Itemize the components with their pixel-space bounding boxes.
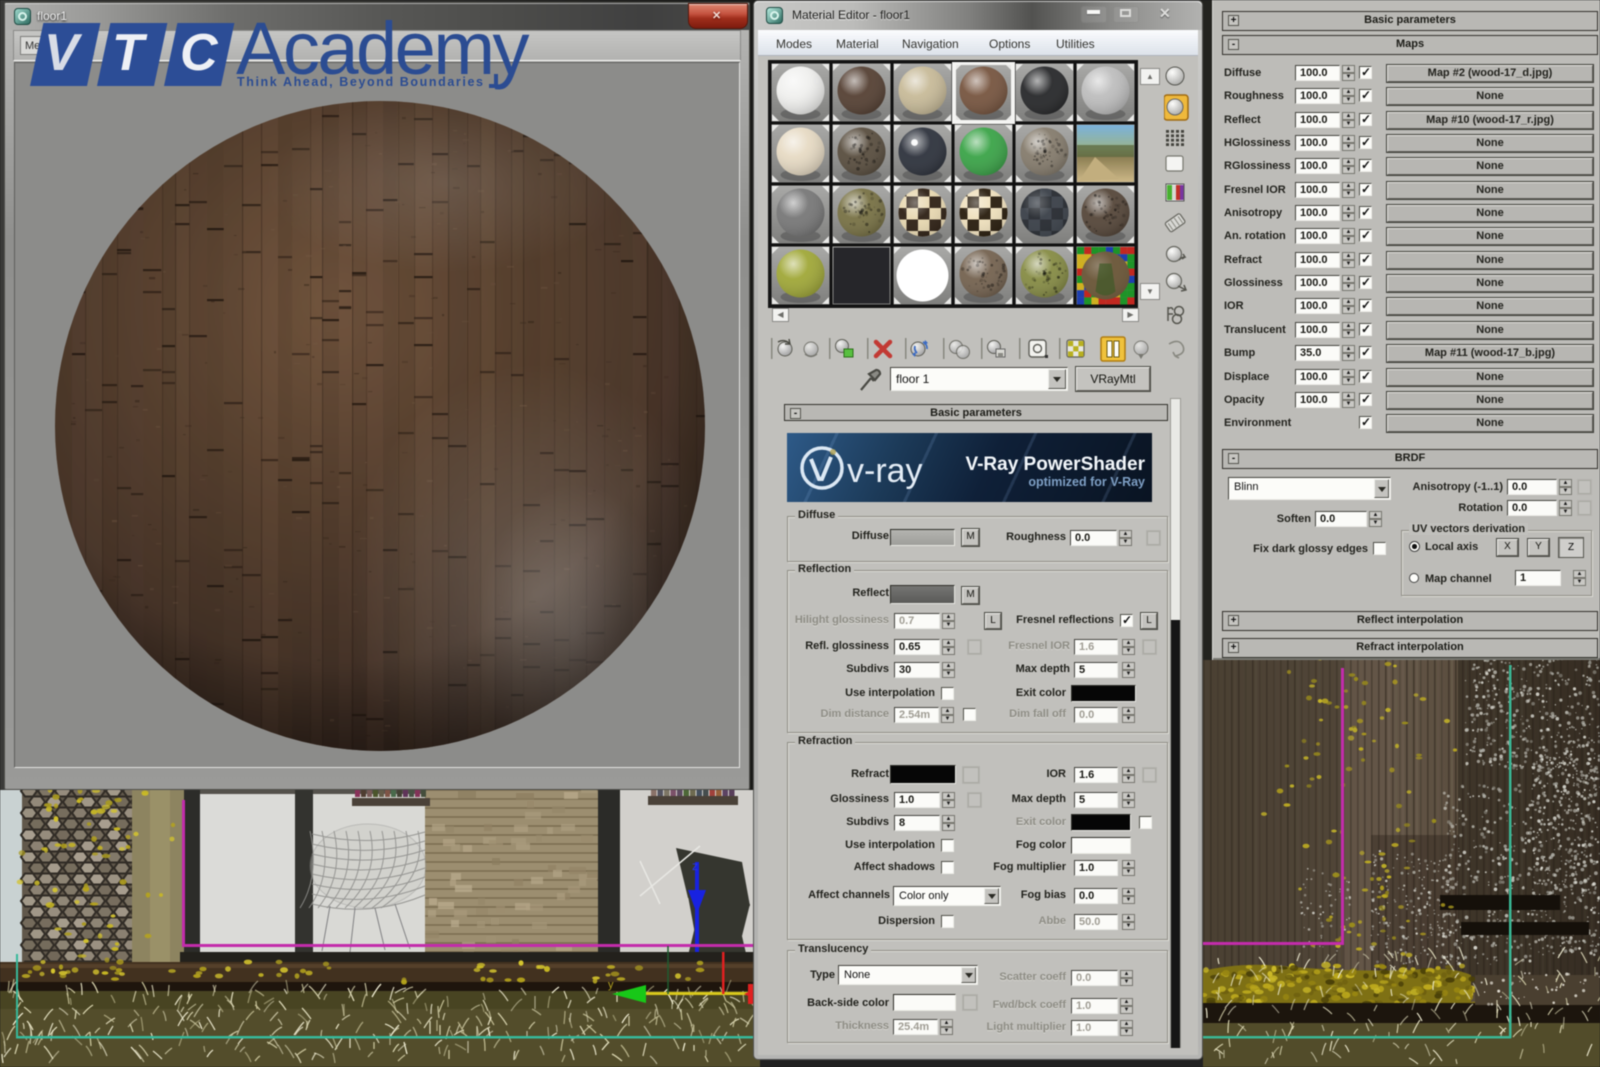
svg-text:y: y [608, 979, 614, 991]
svg-text:v-ray: v-ray [847, 452, 923, 490]
svg-text:z: z [692, 859, 698, 873]
